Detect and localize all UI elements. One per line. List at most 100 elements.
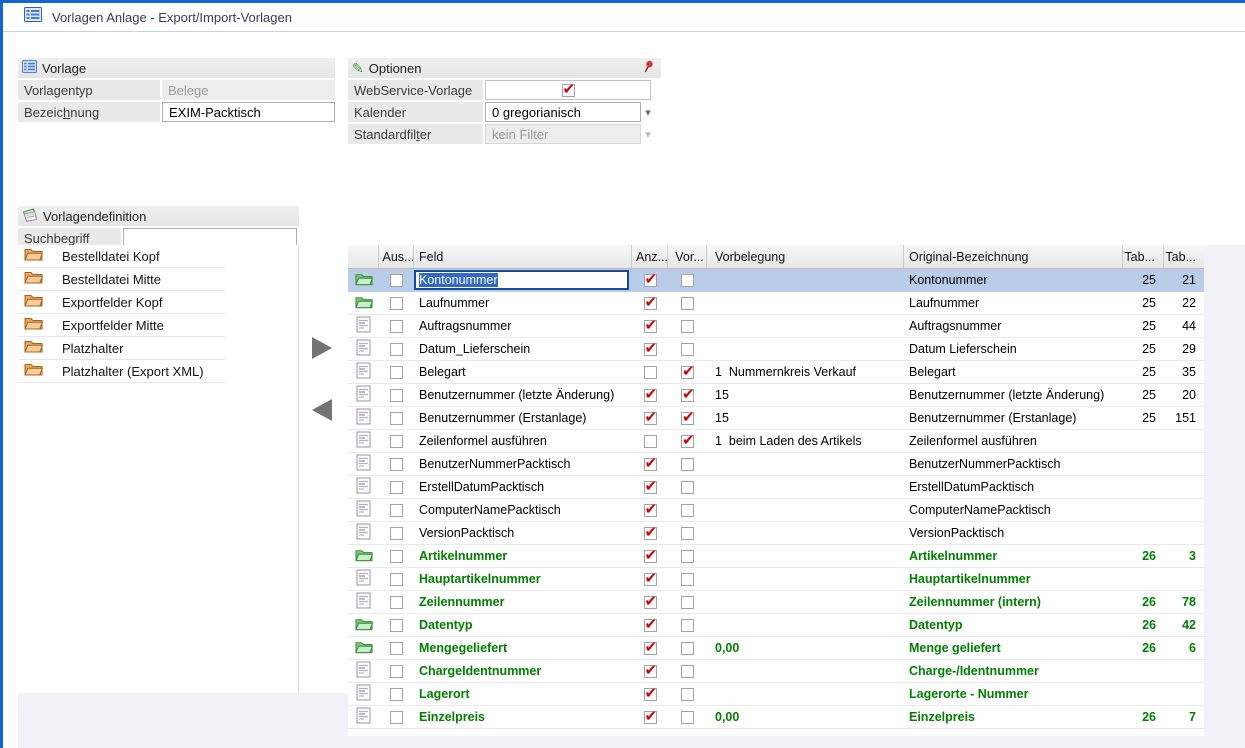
vorbelegung-checkbox[interactable]: [681, 642, 694, 655]
grid-row[interactable]: Mengegeliefert Mengegeliefert 0,00 Menge…: [348, 637, 1204, 660]
anzeigen-checkbox[interactable]: [644, 573, 657, 586]
vorbelegung-checkbox[interactable]: [681, 297, 694, 310]
column-header-original-bezeichnung[interactable]: Original-Bezeichnung: [904, 245, 1123, 268]
folder-list-item[interactable]: Platzhalter: [18, 337, 225, 360]
grid-row[interactable]: Zeilennummer Zeilennummer Zeilennummer (…: [348, 591, 1204, 614]
feld-cell[interactable]: Auftragsnummer Auftragsnummer: [414, 315, 632, 337]
anzeigen-checkbox[interactable]: [644, 435, 657, 448]
bezeichnung-field[interactable]: EXIM-Packtisch: [162, 102, 335, 122]
feld-cell[interactable]: ErstellDatumPacktisch ErstellDatumPackti…: [414, 476, 632, 498]
grid-row[interactable]: Datum_Lieferschein Datum_Lieferschein Da…: [348, 338, 1204, 361]
anzeigen-checkbox[interactable]: [644, 412, 657, 425]
column-header-vorbelegung[interactable]: Vorbelegung: [707, 245, 904, 268]
vorbelegung-cell[interactable]: [707, 499, 904, 521]
folder-list-item[interactable]: Bestelldatei Mitte: [18, 268, 225, 291]
vorbelegung-checkbox[interactable]: [681, 688, 694, 701]
vorbelegung-cell[interactable]: [707, 568, 904, 590]
vorbelegung-cell[interactable]: 15: [707, 407, 904, 429]
vorbelegung-cell[interactable]: [707, 614, 904, 636]
anzeigen-checkbox[interactable]: [644, 343, 657, 356]
feld-cell[interactable]: Mengegeliefert Mengegeliefert: [414, 637, 632, 659]
vorbelegung-checkbox[interactable]: [681, 435, 694, 448]
anzeigen-checkbox[interactable]: [644, 458, 657, 471]
anzeigen-checkbox[interactable]: [644, 711, 657, 724]
grid-row[interactable]: Laufnummer Laufnummer Laufnummer 25 22: [348, 292, 1204, 315]
vorbelegung-checkbox[interactable]: [681, 711, 694, 724]
vorbelegung-checkbox[interactable]: [681, 504, 694, 517]
anzeigen-checkbox[interactable]: [644, 297, 657, 310]
vorbelegung-cell[interactable]: [707, 683, 904, 705]
aus-checkbox[interactable]: [390, 711, 403, 724]
grid-row[interactable]: Belegart Belegart 1 Nummernkreis Verkauf…: [348, 361, 1204, 384]
grid-row[interactable]: Zeilenformel ausführen Zeilenformel ausf…: [348, 430, 1204, 453]
vorbelegung-cell[interactable]: 1 beim Laden des Artikels: [707, 430, 904, 452]
grid-row[interactable]: Lagerort Lagerort Lagerorte - Nummer: [348, 683, 1204, 706]
grid-row[interactable]: Benutzernummer (letzte Änderung) Benutze…: [348, 384, 1204, 407]
vorbelegung-cell[interactable]: [707, 338, 904, 360]
grid-row[interactable]: Kontonummer Kontonummer Kontonummer 25 2…: [348, 269, 1204, 292]
aus-checkbox[interactable]: [390, 504, 403, 517]
anzeigen-checkbox[interactable]: [644, 688, 657, 701]
vorbelegung-checkbox[interactable]: [681, 389, 694, 402]
aus-checkbox[interactable]: [390, 412, 403, 425]
aus-checkbox[interactable]: [390, 274, 403, 287]
column-header-tab1[interactable]: Tab...: [1123, 245, 1164, 268]
vorbelegung-cell[interactable]: [707, 269, 904, 291]
folder-list-item[interactable]: Platzhalter (Export XML): [18, 360, 225, 383]
anzeigen-checkbox[interactable]: [644, 665, 657, 678]
vorbelegung-checkbox[interactable]: [681, 619, 694, 632]
feld-cell[interactable]: Zeilenformel ausführen Zeilenformel ausf…: [414, 430, 632, 452]
move-right-arrow-button[interactable]: [312, 337, 332, 359]
vorbelegung-checkbox[interactable]: [681, 596, 694, 609]
anzeigen-checkbox[interactable]: [644, 366, 657, 379]
folder-list-item[interactable]: Exportfelder Kopf: [18, 291, 225, 314]
feld-cell[interactable]: VersionPacktisch VersionPacktisch: [414, 522, 632, 544]
vorbelegung-cell[interactable]: [707, 476, 904, 498]
aus-checkbox[interactable]: [390, 527, 403, 540]
aus-checkbox[interactable]: [390, 596, 403, 609]
vorbelegung-checkbox[interactable]: [681, 366, 694, 379]
vorbelegung-cell[interactable]: [707, 660, 904, 682]
grid-row[interactable]: ErstellDatumPacktisch ErstellDatumPackti…: [348, 476, 1204, 499]
vorbelegung-checkbox[interactable]: [681, 665, 694, 678]
aus-checkbox[interactable]: [390, 573, 403, 586]
grid-row[interactable]: VersionPacktisch VersionPacktisch Versio…: [348, 522, 1204, 545]
anzeigen-checkbox[interactable]: [644, 481, 657, 494]
feld-cell[interactable]: Benutzernummer (letzte Änderung) Benutze…: [414, 384, 632, 406]
feld-cell[interactable]: Datum_Lieferschein Datum_Lieferschein: [414, 338, 632, 360]
vorbelegung-checkbox[interactable]: [681, 274, 694, 287]
vorbelegung-cell[interactable]: 15: [707, 384, 904, 406]
vorbelegung-cell[interactable]: 1 Nummernkreis Verkauf: [707, 361, 904, 383]
folder-list-item[interactable]: Bestelldatei Kopf: [18, 245, 225, 268]
pin-icon[interactable]: [644, 60, 655, 77]
aus-checkbox[interactable]: [390, 619, 403, 632]
column-header-tab2[interactable]: Tab...: [1164, 245, 1204, 268]
vorbelegung-checkbox[interactable]: [681, 412, 694, 425]
aus-checkbox[interactable]: [390, 297, 403, 310]
feld-cell[interactable]: Belegart Belegart: [414, 361, 632, 383]
anzeigen-checkbox[interactable]: [644, 596, 657, 609]
column-header-aus[interactable]: Aus...: [379, 245, 414, 268]
vorbelegung-checkbox[interactable]: [681, 320, 694, 333]
vorbelegung-checkbox[interactable]: [681, 343, 694, 356]
vorbelegung-cell[interactable]: [707, 545, 904, 567]
aus-checkbox[interactable]: [390, 688, 403, 701]
folder-list-item[interactable]: Exportfelder Mitte: [18, 314, 225, 337]
feld-edit-box[interactable]: Kontonummer: [414, 270, 629, 290]
anzeigen-checkbox[interactable]: [644, 619, 657, 632]
feld-cell[interactable]: BenutzerNummerPacktisch BenutzerNummerPa…: [414, 453, 632, 475]
vorbelegung-cell[interactable]: [707, 522, 904, 544]
vorbelegung-cell[interactable]: [707, 292, 904, 314]
grid-row[interactable]: ChargeIdentnummer ChargeIdentnummer Char…: [348, 660, 1204, 683]
grid-row[interactable]: Auftragsnummer Auftragsnummer Auftragsnu…: [348, 315, 1204, 338]
vorbelegung-cell[interactable]: 0,00: [707, 637, 904, 659]
vorbelegung-checkbox[interactable]: [681, 527, 694, 540]
kalender-select[interactable]: 0 gregorianisch: [485, 102, 641, 122]
column-header-anz[interactable]: Anz...: [632, 245, 668, 268]
column-header-feld[interactable]: Feld: [414, 245, 632, 268]
anzeigen-checkbox[interactable]: [644, 550, 657, 563]
anzeigen-checkbox[interactable]: [644, 642, 657, 655]
feld-cell[interactable]: Lagerort Lagerort: [414, 683, 632, 705]
feld-cell[interactable]: Einzelpreis Einzelpreis: [414, 706, 632, 728]
vorbelegung-checkbox[interactable]: [681, 550, 694, 563]
